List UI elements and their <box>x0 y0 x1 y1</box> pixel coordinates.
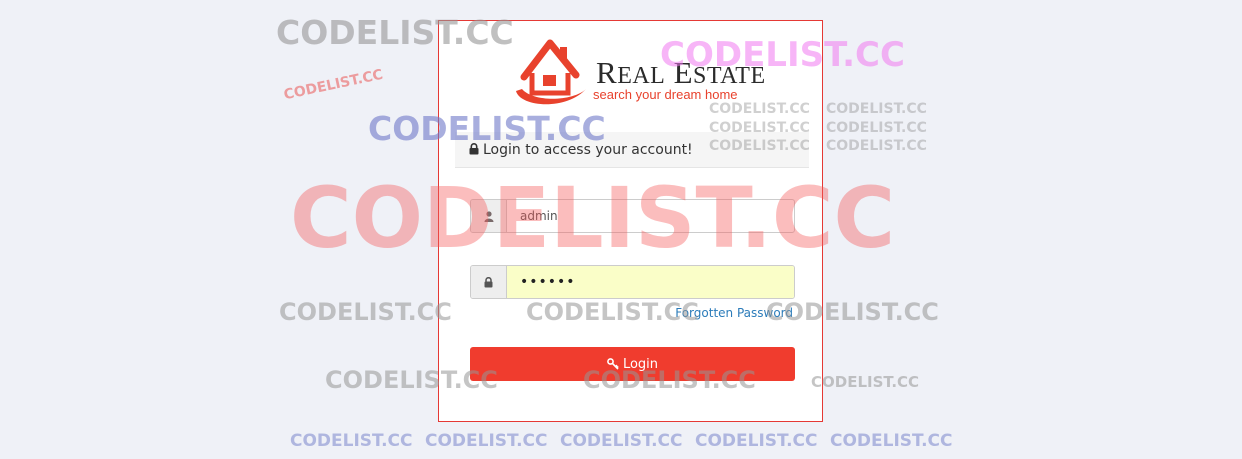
username-group <box>470 199 795 233</box>
watermark-text: CODELIST.CC <box>695 431 818 451</box>
password-group <box>470 265 795 299</box>
watermark-text: CODELIST.CC <box>425 431 548 451</box>
username-input[interactable] <box>507 200 794 232</box>
watermark-text: CODELIST.CC <box>830 431 953 451</box>
login-panel: REAL ESTATE search your dream home Login… <box>438 20 823 422</box>
watermark-text: CODELIST.CC <box>826 120 927 136</box>
watermark-text: CODELIST.CC <box>811 373 920 391</box>
watermark-text: CODELIST.CC <box>560 431 683 451</box>
watermark-text: CODELIST.CC <box>826 138 927 154</box>
watermark-text: CODELIST.CC <box>279 298 452 326</box>
key-icon <box>607 358 619 370</box>
forgotten-password-link[interactable]: Forgotten Password <box>675 306 793 320</box>
brand-tagline: search your dream home <box>593 87 738 102</box>
password-input[interactable] <box>507 266 794 298</box>
login-header-text: Login to access your account! <box>483 142 693 158</box>
lock-icon <box>471 266 507 298</box>
lock-icon <box>469 133 479 155</box>
watermark-text: CODELIST.CC <box>290 431 413 451</box>
brand-logo: REAL ESTATE search your dream home <box>514 39 765 109</box>
brand-title: REAL ESTATE <box>596 55 766 90</box>
user-icon <box>471 200 507 232</box>
watermark-text: CODELIST.CC <box>826 101 927 117</box>
login-button-label: Login <box>622 356 659 372</box>
house-swoosh-logo-icon <box>516 39 586 105</box>
login-header: Login to access your account! <box>455 132 809 168</box>
watermark-text: CODELIST.CC <box>282 66 385 104</box>
login-button[interactable]: Login <box>470 347 795 381</box>
